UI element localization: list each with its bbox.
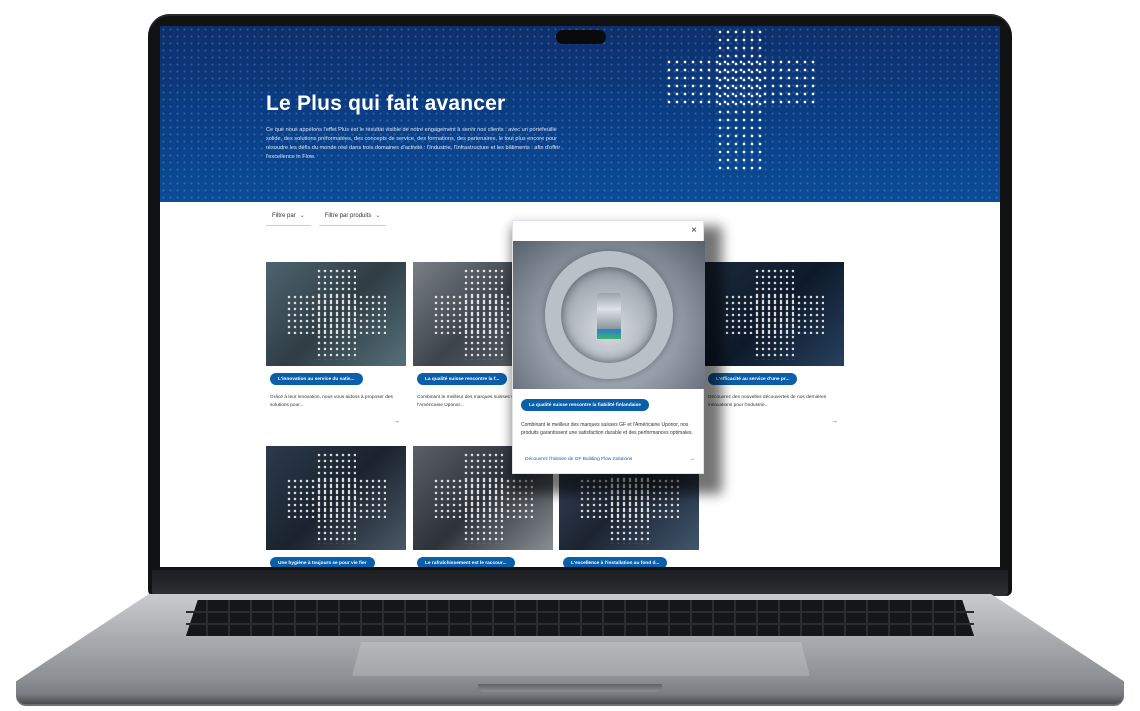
page-title: Le Plus qui fait avancer	[266, 92, 506, 115]
close-icon[interactable]: ×	[691, 225, 697, 236]
article-card[interactable]: L'innovation au service du satis... Grâc…	[266, 262, 406, 425]
modal-link-label: Découvrez l'histoire de GF Building Flow…	[525, 457, 633, 462]
chevron-down-icon: ⌄	[299, 213, 305, 219]
article-modal: × La qualité suisse rencontre la fiabili…	[512, 220, 705, 474]
laptop-mockup: Le Plus qui fait avancer Ce que nous app…	[0, 0, 1140, 711]
card-title-pill: L'excellence à l'installation au fond d.…	[563, 557, 668, 567]
laptop-hinge	[152, 570, 1008, 596]
filter-dropdown-type[interactable]: Filtre par ⌄	[266, 206, 311, 226]
card-description: Grâce à leur innovation, nous vous aidon…	[270, 395, 393, 408]
plus-pattern-icon	[665, 58, 815, 106]
card-description: Découvrez des nouvelles découvertes de n…	[708, 395, 827, 408]
hero-banner: Le Plus qui fait avancer Ce que nous app…	[160, 26, 1000, 202]
modal-title-pill: La qualité suisse rencontre la fiabilité…	[521, 399, 649, 411]
hero-description: Ce que nous appelons l'effet Plus est le…	[266, 127, 561, 160]
chevron-down-icon: ⌄	[375, 213, 381, 219]
card-title-pill: Une hygiène à toujours se pour vie fier	[270, 557, 375, 567]
filter-dropdown-products[interactable]: Filtre par produits ⌄	[318, 206, 387, 226]
card-image	[704, 262, 844, 366]
card-image	[266, 262, 406, 366]
card-title-pill: Le rafraîchissement est le raccour...	[417, 557, 515, 567]
arrow-right-icon[interactable]: →	[831, 418, 838, 425]
keyboard	[186, 600, 974, 636]
filter-bar: Filtre par ⌄ Filtre par produits ⌄	[266, 206, 387, 228]
bolt-image	[597, 293, 621, 333]
article-card[interactable]: Une hygiène à toujours se pour vie fier	[266, 446, 406, 567]
modal-image	[513, 241, 705, 389]
card-title-pill: L'innovation au service du satis...	[270, 373, 363, 385]
trackpad	[352, 642, 810, 676]
arrow-right-icon[interactable]: →	[393, 418, 400, 425]
laptop-base-bottom	[16, 694, 1124, 704]
laptop-lip	[478, 684, 662, 692]
camera-notch	[556, 30, 606, 44]
filter-label: Filtre par	[272, 212, 296, 219]
card-title-pill: La qualité suisse rencontre la f...	[417, 373, 508, 385]
card-image	[266, 446, 406, 550]
filter-label: Filtre par produits	[324, 212, 372, 219]
modal-link[interactable]: Découvrez l'histoire de GF Building Flow…	[525, 456, 695, 462]
arrow-right-icon: →	[689, 456, 695, 462]
modal-description: Combinant le meilleur des marques suisse…	[521, 422, 693, 436]
article-card[interactable]: L'efficacité au service d'une pr... Déco…	[704, 262, 844, 425]
